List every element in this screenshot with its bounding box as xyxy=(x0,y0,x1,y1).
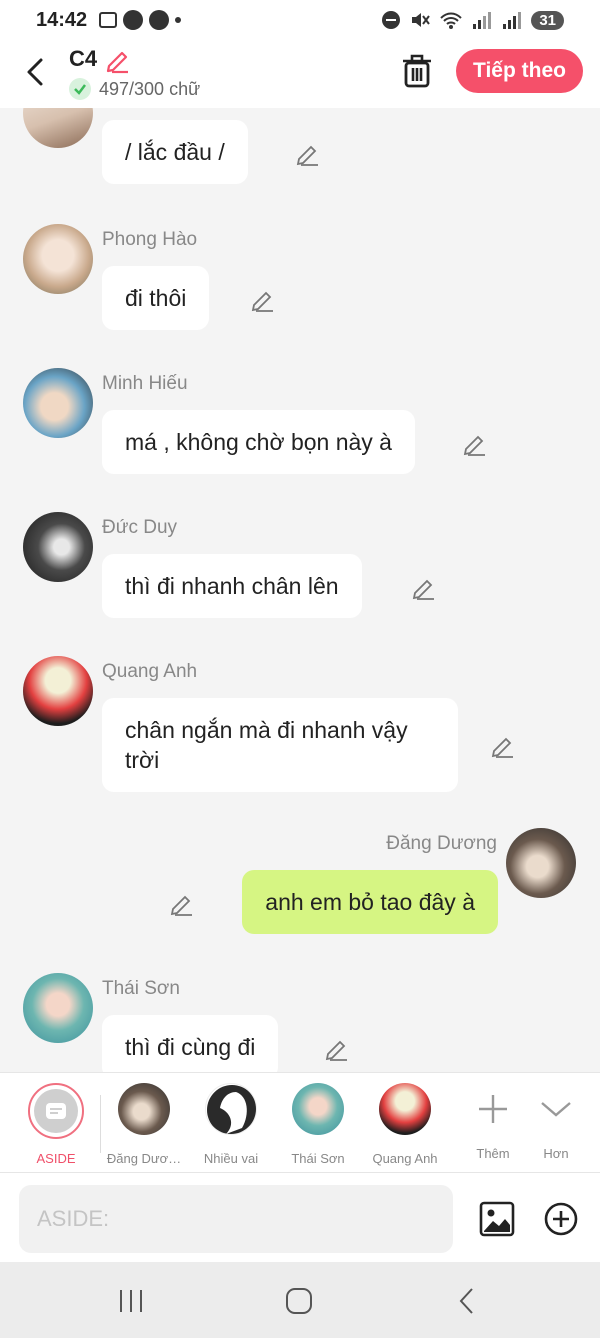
character-multi-role[interactable]: Nhiều vai xyxy=(187,1083,275,1166)
message-bubble[interactable]: thì đi nhanh chân lên xyxy=(102,554,362,618)
edit-message-icon[interactable] xyxy=(250,286,276,312)
more-characters-button[interactable]: Hơn xyxy=(512,1083,600,1161)
status-bar: 14:42 31 xyxy=(0,0,600,40)
chevron-down-icon xyxy=(541,1102,571,1117)
character-name: Minh Hiếu xyxy=(102,373,188,394)
character-name: Phong Hào xyxy=(102,229,198,250)
silhouette-icon xyxy=(205,1083,257,1135)
character-quang-anh[interactable]: Quang Anh xyxy=(361,1083,449,1166)
character-label: Thái Sơn xyxy=(291,1151,345,1166)
avatar[interactable] xyxy=(23,108,93,148)
edit-message-icon[interactable] xyxy=(411,574,437,600)
character-name: Quang Anh xyxy=(102,661,198,682)
notification-dot-icon xyxy=(175,17,182,23)
message-bubble[interactable]: anh em bỏ tao đây à xyxy=(242,870,498,934)
character-label: Đăng Dươ… xyxy=(106,1151,182,1166)
edit-message-icon[interactable] xyxy=(169,890,195,916)
word-count-row: 497/300 chữ xyxy=(69,78,200,100)
avatar xyxy=(379,1083,431,1135)
avatar[interactable] xyxy=(23,973,93,1043)
messenger-icon xyxy=(123,10,144,30)
avatar[interactable] xyxy=(23,224,93,294)
trash-icon[interactable] xyxy=(400,52,434,90)
avatar[interactable] xyxy=(23,656,93,726)
character-label: Hơn xyxy=(543,1146,569,1161)
character-name: Đăng Dương xyxy=(386,833,497,854)
system-nav-bar xyxy=(0,1262,600,1338)
chat-area[interactable]: / lắc đầu / Phong Hào đi thôi Minh Hiếu … xyxy=(0,108,600,1072)
check-icon xyxy=(69,78,91,100)
character-label: ASIDE xyxy=(36,1151,76,1166)
wifi-icon xyxy=(440,12,463,29)
battery-indicator: 31 xyxy=(531,10,564,30)
edit-title-icon[interactable] xyxy=(104,46,132,74)
message-bubble[interactable]: má , không chờ bọn này à xyxy=(102,410,415,474)
avatar xyxy=(292,1083,344,1135)
edit-message-icon[interactable] xyxy=(295,140,321,166)
edit-message-icon[interactable] xyxy=(462,430,488,456)
signal-icon xyxy=(473,12,492,29)
avatar[interactable] xyxy=(23,512,93,582)
recent-apps-icon[interactable] xyxy=(116,1286,146,1316)
character-label: Quang Anh xyxy=(372,1151,438,1166)
back-icon[interactable] xyxy=(20,54,50,90)
character-thai-son[interactable]: Thái Sơn xyxy=(274,1083,362,1166)
input-bar xyxy=(0,1172,600,1262)
dnd-icon xyxy=(382,11,401,29)
chapter-title: C4 xyxy=(69,46,98,71)
character-name: Thái Sơn xyxy=(102,978,180,999)
screenshot-icon xyxy=(99,12,118,28)
avatar[interactable] xyxy=(506,828,576,898)
message-bubble[interactable]: đi thôi xyxy=(102,266,210,330)
avatar[interactable] xyxy=(23,368,93,438)
aside-input[interactable] xyxy=(19,1185,453,1253)
edit-message-icon[interactable] xyxy=(324,1035,350,1061)
system-back-icon[interactable] xyxy=(452,1286,482,1316)
next-button[interactable]: Tiếp theo xyxy=(456,49,583,93)
message-bubble[interactable]: / lắc đầu / xyxy=(102,120,248,184)
character-selector: ASIDE Đăng Dươ… Nhiều vai Thái Sơn Quang… xyxy=(0,1072,600,1172)
character-label: Nhiều vai xyxy=(203,1151,259,1166)
add-circle-icon[interactable] xyxy=(543,1201,579,1237)
character-name: Đức Duy xyxy=(102,517,178,538)
character-dang-duong[interactable]: Đăng Dươ… xyxy=(100,1083,188,1166)
character-aside[interactable]: ASIDE xyxy=(12,1083,100,1166)
home-icon[interactable] xyxy=(284,1286,314,1316)
word-count: 497/300 chữ xyxy=(99,78,201,99)
messenger-icon-2 xyxy=(149,10,170,30)
editor-header: C4 497/300 chữ Tiếp theo xyxy=(0,40,600,108)
edit-message-icon[interactable] xyxy=(490,732,516,758)
mute-icon xyxy=(412,13,431,27)
aside-icon xyxy=(34,1089,78,1133)
message-bubble[interactable]: chân ngắn mà đi nhanh vậy trời xyxy=(102,698,458,792)
signal-icon-2 xyxy=(503,12,522,29)
image-icon[interactable] xyxy=(479,1201,515,1237)
status-time: 14:42 xyxy=(36,8,88,31)
avatar xyxy=(118,1083,170,1135)
message-bubble[interactable]: thì đi cùng đi xyxy=(102,1015,279,1072)
